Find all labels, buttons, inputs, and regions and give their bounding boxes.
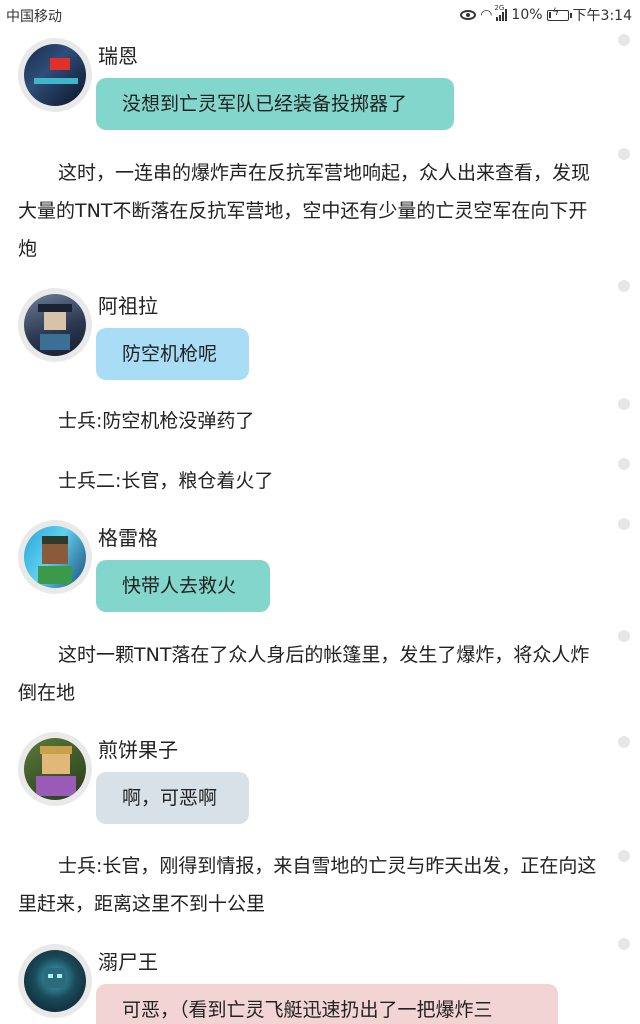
narration-paragraph: 士兵:防空机枪没弹药了: [58, 410, 255, 432]
scroll-dot: [618, 736, 630, 748]
chat-message: 溺尸王 可恶，（看到亡灵飞艇迅速扔出了一把爆炸三: [18, 944, 578, 1024]
speaker-name: 溺尸王: [98, 950, 158, 974]
message-bubble[interactable]: 啊，可恶啊: [96, 772, 249, 824]
message-bubble[interactable]: 可恶，（看到亡灵飞艇迅速扔出了一把爆炸三: [96, 984, 558, 1024]
narration-paragraph: 士兵:长官，刚得到情报，来自雪地的亡灵与昨天出发，正在向这里赶来，距离这里不到十…: [18, 855, 597, 915]
chat-message: 煎饼果子 啊，可恶啊: [18, 732, 578, 832]
message-bubble[interactable]: 没想到亡灵军队已经装备投掷器了: [96, 78, 454, 130]
message-bubble[interactable]: 快带人去救火: [96, 560, 270, 612]
eye-comfort-icon: [460, 10, 477, 20]
battery-percent: 10%: [511, 7, 543, 23]
wifi-icon: ◠: [480, 7, 493, 23]
scroll-dot: [618, 398, 630, 410]
speaker-name: 阿祖拉: [98, 294, 158, 318]
charging-icon: ϟ: [552, 6, 560, 18]
chat-message: 阿祖拉 防空机枪呢: [18, 288, 578, 388]
network-type-label: 2G: [494, 4, 505, 12]
avatar[interactable]: [18, 944, 92, 1018]
avatar[interactable]: [18, 288, 92, 362]
speaker-name: 瑞恩: [98, 44, 138, 68]
scroll-dot: [618, 630, 630, 642]
avatar[interactable]: [18, 38, 92, 112]
scroll-dot: [618, 938, 630, 950]
chat-message: 瑞恩 没想到亡灵军队已经装备投掷器了: [18, 38, 578, 138]
status-bar: 中国移动 ◠ 2G 10% ϟ 下午3:14: [0, 0, 640, 30]
avatar[interactable]: [18, 732, 92, 806]
scroll-dot: [618, 280, 630, 292]
avatar[interactable]: [18, 520, 92, 594]
carrier-label: 中国移动: [6, 9, 62, 25]
scroll-dot: [618, 34, 630, 46]
speaker-name: 煎饼果子: [98, 738, 178, 762]
narration-paragraph: 这时一颗TNT落在了众人身后的帐篷里，发生了爆炸，将众人炸倒在地: [18, 644, 590, 704]
scroll-dot: [618, 850, 630, 862]
scroll-dot: [618, 148, 630, 160]
message-bubble[interactable]: 防空机枪呢: [96, 328, 249, 380]
chat-message: 格雷格 快带人去救火: [18, 520, 578, 620]
narration-paragraph: 这时，一连串的爆炸声在反抗军营地响起，众人出来查看，发现大量的TNT不断落在反抗…: [18, 162, 591, 260]
status-icons: ◠ 2G 10% ϟ 下午3:14: [460, 4, 632, 25]
speaker-name: 格雷格: [98, 526, 158, 550]
narration-paragraph: 士兵二:长官，粮仓着火了: [58, 470, 274, 492]
scroll-dot: [618, 458, 630, 470]
scroll-dot: [618, 518, 630, 530]
signal-icon: 2G: [494, 4, 508, 21]
battery-level-fill: [548, 11, 551, 18]
battery-icon: ϟ: [546, 6, 572, 21]
clock: 下午3:14: [572, 8, 632, 24]
